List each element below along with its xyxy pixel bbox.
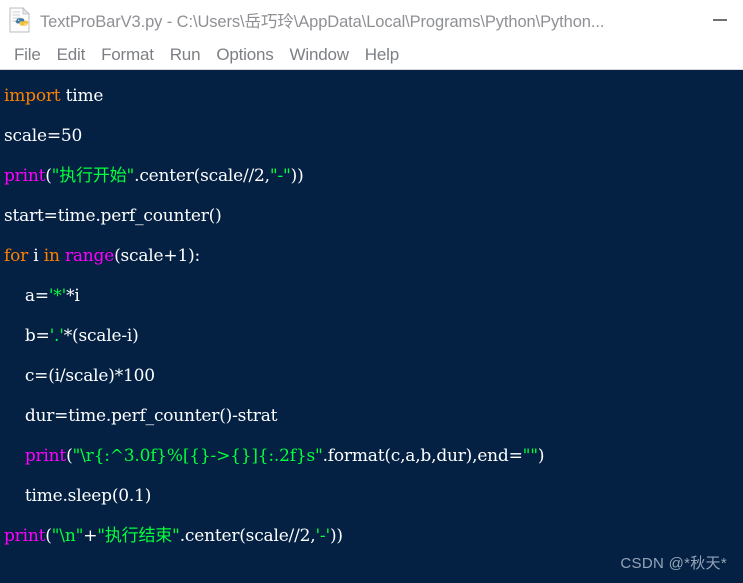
code-token: "执行开始": [51, 166, 135, 186]
python-file-icon: [8, 7, 32, 33]
window-controls: [703, 0, 743, 40]
code-token: +: [83, 526, 98, 546]
code-line: a='*'*i: [4, 276, 743, 316]
code-token: time: [60, 86, 104, 106]
code-token: '*': [48, 286, 67, 306]
code-token: ): [537, 446, 545, 466]
code-token: c=(i/scale)*100: [24, 366, 155, 386]
code-token: print: [4, 526, 46, 546]
menu-item-file[interactable]: File: [6, 41, 49, 69]
code-token: "\r{:^3.0f}%[{}->{}]{:.2f}s": [72, 446, 323, 466]
code-token: )): [329, 526, 343, 546]
code-token: a=: [24, 286, 49, 306]
code-token: *(scale-i): [63, 326, 139, 346]
menu-item-edit[interactable]: Edit: [49, 41, 94, 69]
code-line: print("\n"+"执行结束".center(scale//2,'-')): [4, 516, 743, 556]
menu-item-options[interactable]: Options: [208, 41, 281, 69]
code-token: range: [64, 246, 115, 266]
menu-item-run[interactable]: Run: [162, 41, 209, 69]
code-token: scale=50: [4, 126, 83, 146]
title-bar: TextProBarV3.py - C:\Users\岳巧玲\AppData\L…: [0, 0, 743, 40]
code-token: print: [24, 446, 67, 466]
code-token: print: [4, 166, 46, 186]
code-token: in: [43, 246, 60, 266]
code-line: for i in range(scale+1):: [4, 236, 743, 276]
code-line: scale=50: [4, 116, 743, 156]
code-token: "-": [269, 166, 291, 186]
code-token: b=: [24, 326, 50, 346]
code-token: '.': [49, 326, 64, 346]
code-token: .center(scale//2,: [179, 526, 316, 546]
code-token: "\n": [51, 526, 84, 546]
code-token: dur=time.perf_counter()-strat: [24, 406, 278, 426]
code-token: )): [290, 166, 304, 186]
code-token: "": [522, 446, 538, 466]
code-token: .format(c,a,b,dur),end=: [322, 446, 523, 466]
code-line: import time: [4, 76, 743, 116]
menu-item-help[interactable]: Help: [357, 41, 407, 69]
idle-editor-window: TextProBarV3.py - C:\Users\岳巧玲\AppData\L…: [0, 0, 743, 583]
code-token: (scale+1):: [114, 246, 201, 266]
code-token: time.sleep(0.1): [24, 486, 152, 506]
code-token: "执行结束": [97, 526, 180, 546]
code-line: time.sleep(0.1): [4, 476, 743, 516]
menu-bar: File Edit Format Run Options Window Help: [0, 40, 743, 70]
code-text[interactable]: import time scale=50 print("执行开始".center(s…: [4, 76, 743, 556]
window-title: TextProBarV3.py - C:\Users\岳巧玲\AppData\L…: [40, 13, 605, 31]
watermark-label: CSDN @*秋天*: [620, 555, 727, 572]
code-editor-area[interactable]: import time scale=50 print("执行开始".center(s…: [0, 70, 743, 583]
minimize-button[interactable]: [703, 0, 737, 40]
menu-item-format[interactable]: Format: [93, 41, 162, 69]
code-line: print("\r{:^3.0f}%[{}->{}]{:.2f}s".forma…: [4, 436, 743, 476]
menu-item-window[interactable]: Window: [282, 41, 357, 69]
code-line: print("执行开始".center(scale//2,"-")): [4, 156, 743, 196]
code-token: i: [28, 246, 44, 266]
code-token: for: [4, 246, 29, 266]
code-token: import: [4, 86, 61, 106]
code-token: *i: [66, 286, 80, 306]
code-token: start=time.perf_counter(): [4, 206, 222, 226]
minimize-icon: [713, 19, 727, 21]
code-line: dur=time.perf_counter()-strat: [4, 396, 743, 436]
code-token: .center(scale//2,: [134, 166, 270, 186]
code-line: b='.'*(scale-i): [4, 316, 743, 356]
code-line: start=time.perf_counter(): [4, 196, 743, 236]
code-token: '-': [315, 526, 330, 546]
code-line: c=(i/scale)*100: [4, 356, 743, 396]
